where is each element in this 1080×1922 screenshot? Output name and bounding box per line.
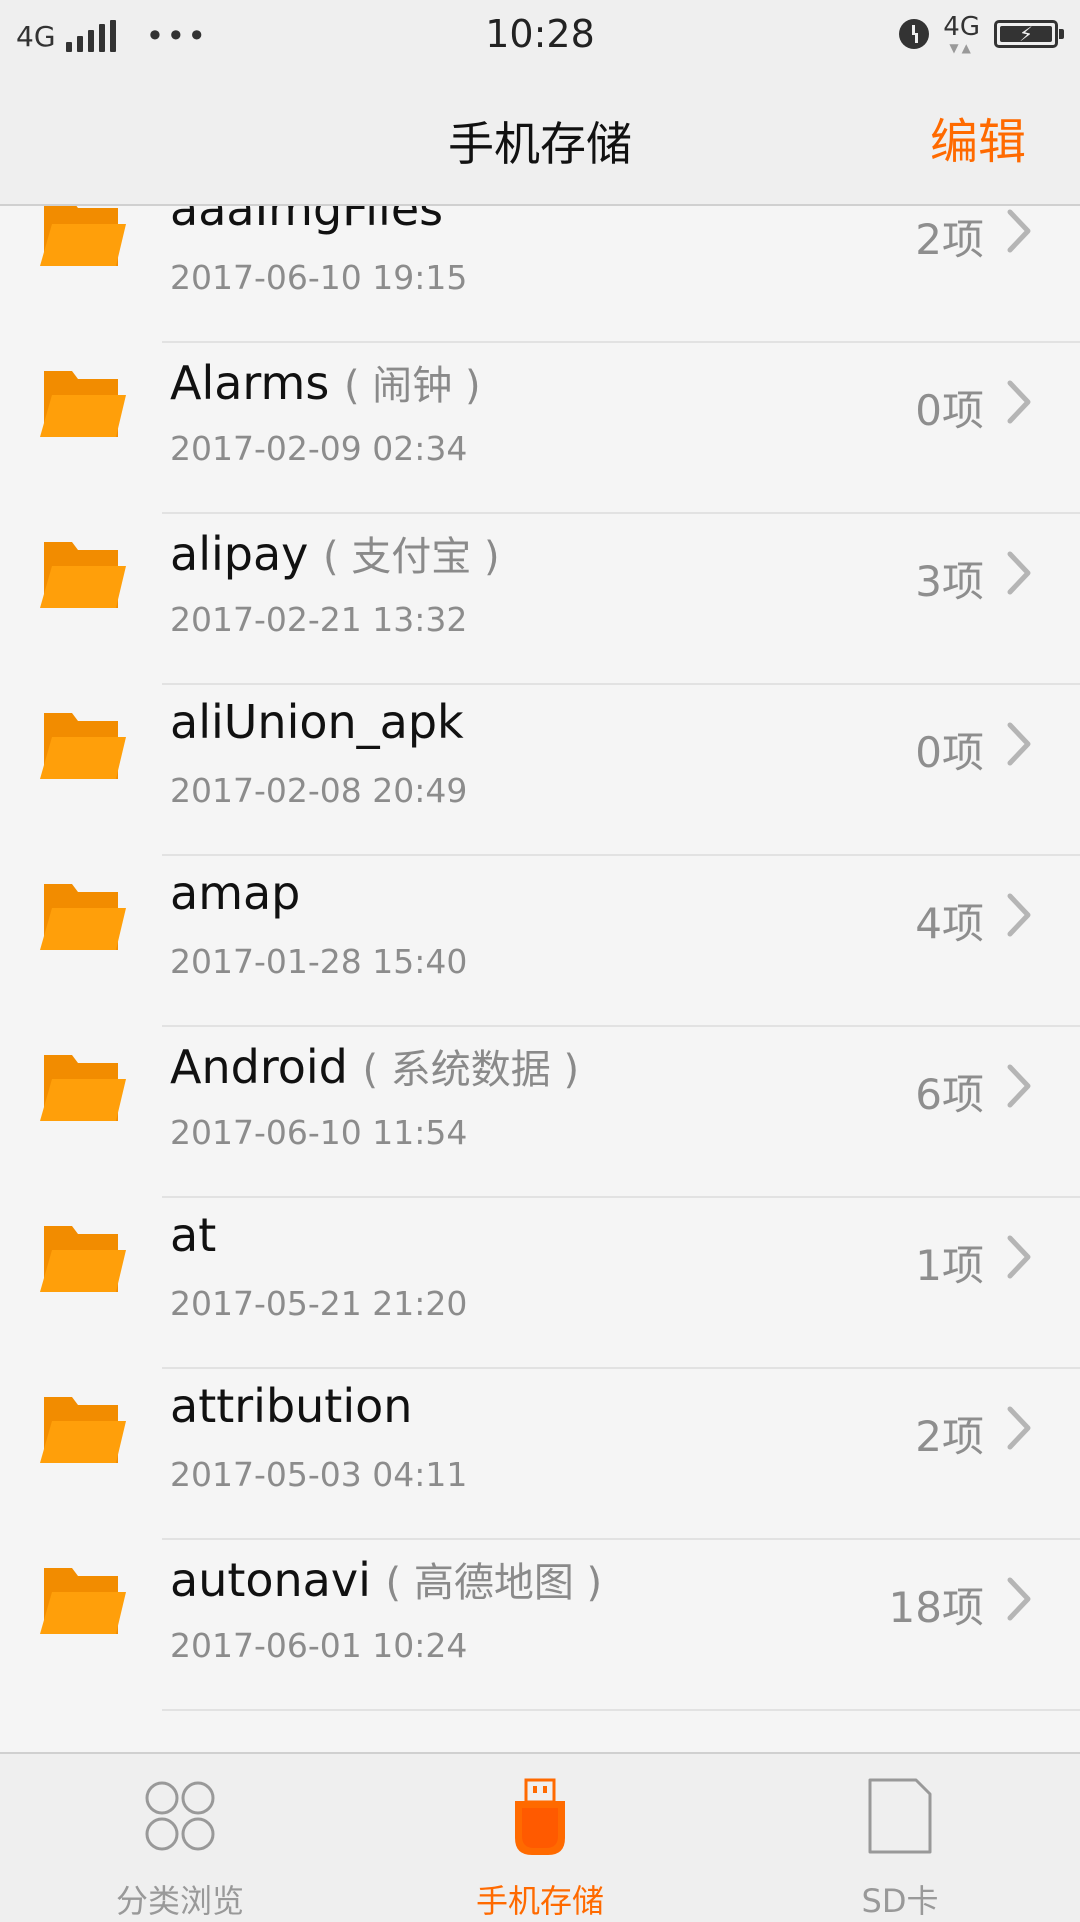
folder-icon: [40, 1055, 126, 1121]
folder-row[interactable]: autonavi ( 高德地图 ) 2017-06-01 10:24 18项: [0, 1540, 1080, 1711]
folder-modified-date: 2017-06-10 19:15: [170, 258, 468, 297]
data-activity-arrows-icon: ▼▲: [949, 41, 974, 55]
folder-item-count: 3项: [915, 557, 984, 606]
folder-item-count: 2项: [915, 1412, 984, 1461]
alarm-clock-icon: [899, 19, 930, 49]
folder-icon: [40, 206, 126, 266]
edit-button[interactable]: 编辑: [930, 102, 1026, 172]
folder-modified-date: 2017-02-21 13:32: [170, 600, 468, 639]
folder-name-text: aaaImgFiles: [170, 206, 444, 236]
folder-icon: [40, 542, 126, 608]
folder-row[interactable]: aaaImgFiles 2017-06-10 19:15 2项: [0, 206, 1080, 343]
folder-icon: [40, 371, 126, 437]
folder-name-text: amap: [170, 866, 301, 920]
folder-icon: [40, 1397, 126, 1463]
folder-row[interactable]: Android ( 系统数据 ) 2017-06-10 11:54 6项: [0, 1027, 1080, 1198]
folder-name-text: aliUnion_apk: [170, 695, 464, 749]
folder-row[interactable]: attribution 2017-05-03 04:11 2项: [0, 1369, 1080, 1540]
folder-alias: ( 系统数据 ): [362, 1047, 580, 1093]
folder-row[interactable]: aliUnion_apk 2017-02-08 20:49 0项: [0, 685, 1080, 856]
mobile-data-indicator: 4G ▼▲: [943, 14, 980, 54]
battery-charging-icon: ⚡: [994, 20, 1064, 48]
folder-icon: [40, 1226, 126, 1292]
folder-modified-date: 2017-06-01 10:24: [170, 1626, 468, 1665]
folder-alias: ( 闹钟 ): [343, 363, 481, 409]
folder-icon: [40, 884, 126, 950]
folder-name: autonavi ( 高德地图 ): [170, 1550, 602, 1608]
sd-card-icon: [868, 1778, 932, 1854]
folder-name: aaaImgFiles: [170, 206, 443, 236]
folder-name: aliUnion_apk: [170, 695, 464, 749]
folder-modified-date: 2017-05-03 04:11: [170, 1455, 468, 1494]
chevron-right-icon: [1007, 551, 1031, 595]
folder-modified-date: 2017-02-08 20:49: [170, 771, 468, 810]
chevron-right-icon: [1007, 1235, 1031, 1279]
folder-row[interactable]: Alarms ( 闹钟 ) 2017-02-09 02:34 0项: [0, 343, 1080, 514]
category-grid-icon: [145, 1781, 215, 1851]
folder-item-count: 18项: [888, 1583, 984, 1632]
page-title: 手机存储: [448, 117, 632, 171]
folder-icon: [40, 713, 126, 779]
folder-row[interactable]: alipay ( 支付宝 ) 2017-02-21 13:32 3项: [0, 514, 1080, 685]
folder-modified-date: 2017-01-28 15:40: [170, 942, 468, 981]
folder-name-text: attribution: [170, 1379, 413, 1433]
row-divider: [162, 1709, 1080, 1711]
chevron-right-icon: [1007, 722, 1031, 766]
tab-phone-storage[interactable]: 手机存储: [360, 1754, 720, 1922]
status-right: 4G ▼▲ ⚡: [899, 12, 1064, 56]
folder-item-count: 0项: [915, 728, 984, 777]
tab-label: 手机存储: [475, 1882, 604, 1920]
folder-alias: ( 支付宝 ): [322, 534, 500, 580]
folder-name-text: Android: [170, 1040, 348, 1094]
bottom-navigation: 分类浏览 手机存储 SD卡: [0, 1752, 1080, 1922]
folder-alias: ( 高德地图 ): [385, 1560, 603, 1606]
folder-item-count: 4项: [915, 899, 984, 948]
folder-name-text: alipay: [170, 527, 309, 581]
folder-name: attribution: [170, 1379, 412, 1433]
folder-name: Android ( 系统数据 ): [170, 1037, 579, 1095]
folder-name-text: Alarms: [170, 356, 330, 410]
chevron-right-icon: [1007, 209, 1031, 253]
folder-name: amap: [170, 866, 300, 920]
folder-row[interactable]: at 2017-05-21 21:20 1项: [0, 1198, 1080, 1369]
status-bar: 4G ••• 10:28 4G ▼▲ ⚡: [0, 0, 1080, 72]
folder-icon: [40, 1568, 126, 1634]
chevron-right-icon: [1007, 1406, 1031, 1450]
folder-list[interactable]: aaaImgFiles 2017-06-10 19:15 2项 Alarms (…: [0, 206, 1080, 1750]
chevron-right-icon: [1007, 1577, 1031, 1621]
mobile-data-label: 4G: [943, 12, 980, 42]
folder-item-count: 1项: [915, 1241, 984, 1290]
phone-storage-icon: [515, 1778, 565, 1855]
tab-category-browse[interactable]: 分类浏览: [0, 1754, 360, 1922]
folder-modified-date: 2017-05-21 21:20: [170, 1284, 468, 1323]
folder-item-count: 6项: [915, 1070, 984, 1119]
tab-label: SD卡: [861, 1882, 939, 1920]
tab-sd-card[interactable]: SD卡: [720, 1754, 1080, 1922]
chevron-right-icon: [1007, 380, 1031, 424]
title-bar: 手机存储 编辑: [0, 72, 1080, 206]
folder-name: at: [170, 1208, 216, 1262]
folder-item-count: 2项: [915, 215, 984, 264]
folder-modified-date: 2017-02-09 02:34: [170, 429, 468, 468]
chevron-right-icon: [1007, 1064, 1031, 1108]
folder-row[interactable]: amap 2017-01-28 15:40 4项: [0, 856, 1080, 1027]
folder-name: Alarms ( 闹钟 ): [170, 353, 481, 411]
folder-name-text: autonavi: [170, 1553, 371, 1607]
chevron-right-icon: [1007, 893, 1031, 937]
folder-modified-date: 2017-06-10 11:54: [170, 1113, 468, 1152]
folder-name-text: at: [170, 1208, 217, 1262]
folder-name: alipay ( 支付宝 ): [170, 524, 500, 582]
tab-label: 分类浏览: [115, 1882, 244, 1920]
folder-item-count: 0项: [915, 386, 984, 435]
